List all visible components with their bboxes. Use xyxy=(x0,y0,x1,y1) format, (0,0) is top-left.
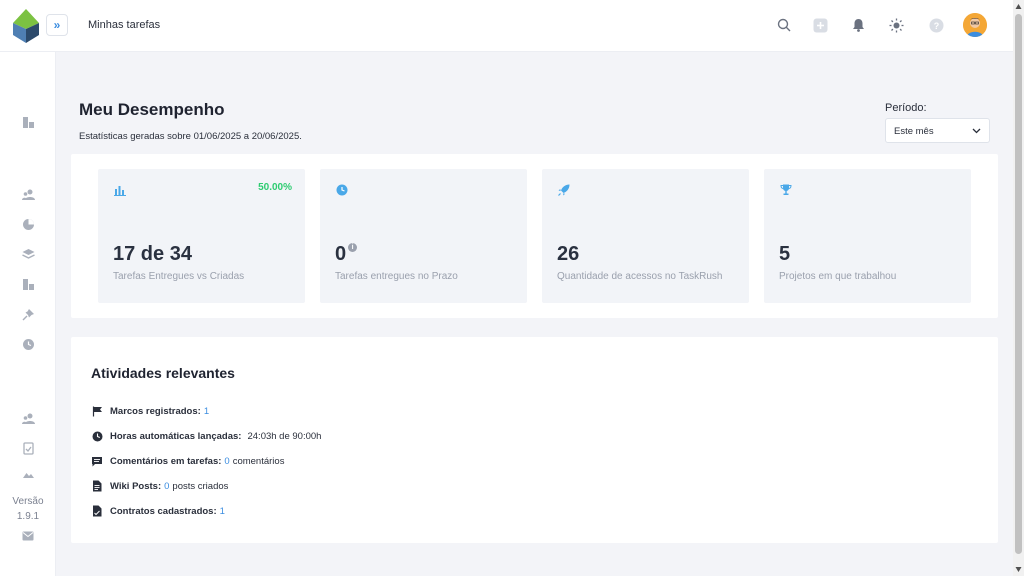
stat-value: 5 xyxy=(779,243,791,265)
activities-title: Atividades relevantes xyxy=(91,365,235,381)
image-icon[interactable] xyxy=(20,466,36,482)
activity-label: Comentários em tarefas: xyxy=(110,455,222,467)
stat-card-tasks-delivered: 50.00% 17 de 34 Tarefas Entregues vs Cri… xyxy=(98,169,305,303)
document-icon xyxy=(91,480,103,492)
activity-suffix: 24:03h de 90:00h xyxy=(247,430,322,442)
activity-suffix: comentários xyxy=(232,455,285,467)
page-title: Minhas tarefas xyxy=(88,19,161,31)
period-select[interactable]: Este mês xyxy=(885,118,990,143)
activity-item-contracts: Contratos cadastrados: 1 xyxy=(91,504,228,518)
user-avatar[interactable] xyxy=(963,13,987,37)
mail-icon[interactable] xyxy=(20,528,36,544)
activity-item-comments: Comentários em tarefas: 0 comentários xyxy=(91,454,284,468)
pin-icon[interactable] xyxy=(20,306,36,322)
stat-label: Quantidade de acessos no TaskRush xyxy=(557,271,723,282)
brightness-icon[interactable] xyxy=(887,16,905,34)
chevron-down-icon xyxy=(972,128,981,134)
clock-icon xyxy=(336,184,348,196)
page-scrollbar[interactable] xyxy=(1013,0,1024,576)
team-icon[interactable] xyxy=(20,186,36,202)
search-icon[interactable] xyxy=(775,16,793,34)
trophy-icon xyxy=(780,184,792,195)
activity-label: Marcos registrados: xyxy=(110,405,201,417)
period-select-value: Este mês xyxy=(894,126,934,137)
dashboard-icon[interactable] xyxy=(20,276,36,292)
stat-value: 26 xyxy=(557,243,580,265)
performance-subtitle: Estatísticas geradas sobre 01/06/2025 a … xyxy=(79,131,302,142)
double-chevron-right-icon: » xyxy=(53,18,61,32)
scroll-up-arrow-icon[interactable] xyxy=(1015,3,1022,10)
activities-panel: Atividades relevantes Marcos registrados… xyxy=(71,337,998,543)
activity-label: Contratos cadastrados: xyxy=(110,505,217,517)
sidebar: Versão 1.9.1 xyxy=(0,52,56,576)
add-icon[interactable] xyxy=(811,16,829,34)
layers-icon[interactable] xyxy=(20,246,36,262)
top-bar: » Minhas tarefas ? xyxy=(0,0,1013,52)
stat-label: Tarefas Entregues vs Criadas xyxy=(113,271,245,282)
activity-item-wiki: Wiki Posts: 0 posts criados xyxy=(91,479,228,493)
activity-item-milestones: Marcos registrados: 1 xyxy=(91,404,212,418)
version-number: 1.9.1 xyxy=(16,511,40,522)
activity-label: Horas automáticas lançadas: xyxy=(110,430,242,442)
version-label: Versão xyxy=(12,496,44,507)
contract-icon xyxy=(91,505,103,517)
activity-value[interactable]: 0 xyxy=(224,456,229,467)
comment-icon xyxy=(91,455,103,467)
clock-icon xyxy=(91,430,103,442)
activity-item-hours: Horas automáticas lançadas: 24:03h de 90… xyxy=(91,429,321,443)
stats-panel: 50.00% 17 de 34 Tarefas Entregues vs Cri… xyxy=(71,154,998,318)
scroll-down-arrow-icon[interactable] xyxy=(1015,566,1022,573)
activity-label: Wiki Posts: xyxy=(110,480,162,492)
stat-label: Tarefas entregues no Prazo xyxy=(335,271,458,282)
dashboard-icon[interactable] xyxy=(20,114,36,130)
info-icon[interactable]: i xyxy=(348,243,358,252)
stat-card-projects: 5 Projetos em que trabalhou xyxy=(764,169,971,303)
stat-percent: 50.00% xyxy=(258,182,292,193)
expand-sidebar-button[interactable]: » xyxy=(46,14,68,36)
rocket-icon xyxy=(558,184,570,196)
bar-chart-icon xyxy=(114,186,126,196)
svg-text:?: ? xyxy=(933,21,939,31)
stat-value: 0 xyxy=(335,243,347,265)
team-icon[interactable] xyxy=(20,410,36,426)
period-label: Período: xyxy=(885,102,927,114)
stat-card-accesses: 26 Quantidade de acessos no TaskRush xyxy=(542,169,749,303)
activity-suffix: posts criados xyxy=(172,480,229,492)
scrollbar-thumb[interactable] xyxy=(1015,14,1022,554)
pie-chart-icon[interactable] xyxy=(20,216,36,232)
app-logo[interactable] xyxy=(13,9,39,43)
activity-value[interactable]: 0 xyxy=(164,481,169,492)
help-icon[interactable]: ? xyxy=(927,16,945,34)
bell-icon[interactable] xyxy=(849,16,867,34)
checklist-icon[interactable] xyxy=(20,440,36,456)
activity-value[interactable]: 1 xyxy=(220,506,225,517)
stat-card-on-time: 0i Tarefas entregues no Prazo xyxy=(320,169,527,303)
performance-title: Meu Desempenho xyxy=(79,100,225,119)
stat-value: 17 de 34 xyxy=(113,243,192,265)
flag-icon xyxy=(91,405,103,417)
stat-label: Projetos em que trabalhou xyxy=(779,271,897,282)
stat-value-wrapper: 0i xyxy=(335,243,358,266)
clock-icon[interactable] xyxy=(20,336,36,352)
activity-value[interactable]: 1 xyxy=(204,406,209,417)
